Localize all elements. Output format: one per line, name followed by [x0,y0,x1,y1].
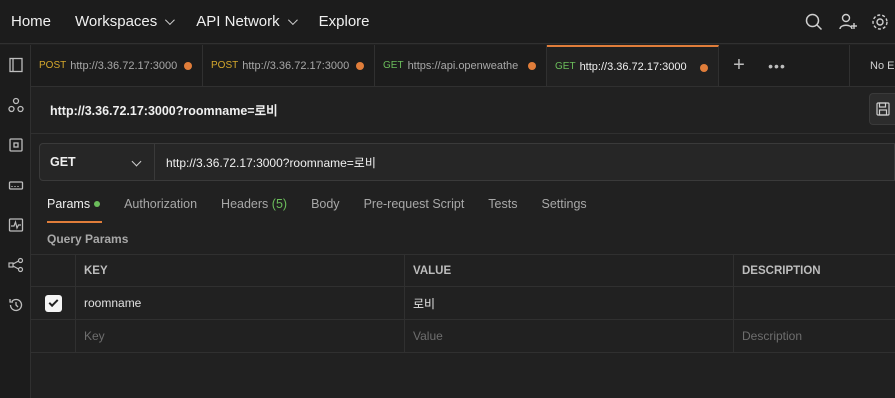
params-active-dot-icon [94,200,101,207]
tab-headers-label: Headers [221,197,269,211]
headers-count: (5) [271,197,288,211]
table-header-row: KEY VALUE DESCRIPTION [31,254,895,287]
unsaved-dot-icon [528,62,536,70]
param-description-field[interactable] [734,287,895,319]
save-icon [875,102,890,116]
new-tab-button[interactable]: + [719,45,759,86]
param-key-field[interactable]: roomname [76,287,405,319]
new-description-field[interactable]: Description [734,320,895,352]
monitors-icon[interactable] [0,205,31,245]
search-icon[interactable] [797,0,831,44]
request-tab[interactable]: POST http://3.36.72.17:3000 [31,45,203,86]
request-tabs: POST http://3.36.72.17:3000 POST http://… [31,45,895,87]
tab-method: POST [211,60,239,71]
top-nav: Home Workspaces API Network Explore [0,0,895,44]
tab-params-label: Params [47,197,91,211]
chevron-down-icon [165,15,176,26]
tab-params[interactable]: Params [47,197,103,223]
settings-icon[interactable] [865,0,895,44]
nav-workspaces-label: Workspaces [75,13,158,30]
divider [31,133,895,134]
method-select[interactable]: GET [39,143,155,181]
tab-url: https://api.openweathe [407,59,518,72]
tab-settings-label: Settings [541,197,587,211]
tab-pre-request-script-label: Pre-request Script [363,197,465,211]
tab-authorization[interactable]: Authorization [124,197,197,223]
column-header-key: KEY [76,255,405,286]
tab-body-label: Body [311,197,340,211]
request-tab-active[interactable]: GET http://3.36.72.17:3000 [547,45,719,86]
apis-icon[interactable] [0,85,31,125]
more-tabs-icon[interactable]: ••• [759,45,795,86]
row-checkbox-cell [31,287,76,319]
nav-api-network[interactable]: API Network [196,13,298,30]
column-header-description: DESCRIPTION [742,264,821,277]
left-sidebar [0,45,31,398]
tab-method: GET [383,60,404,71]
nav-explore[interactable]: Explore [319,13,370,30]
unsaved-dot-icon [356,62,364,70]
tab-settings[interactable]: Settings [541,197,586,223]
url-input[interactable]: http://3.36.72.17:3000?roomname=로비 [155,143,895,181]
environment-selector[interactable]: No E [849,45,895,87]
tab-headers[interactable]: Headers (5) [221,197,287,223]
tab-url: http://3.36.72.17:3000 [579,60,687,73]
tab-tests[interactable]: Tests [488,197,517,223]
method-select-value: GET [50,155,76,169]
tab-authorization-label: Authorization [124,197,198,211]
nav-explore-label: Explore [318,13,370,30]
flows-icon[interactable] [0,245,31,285]
params-table: KEY VALUE DESCRIPTION roomname 로비 Key Va… [31,254,895,353]
table-row-new: Key Value Description [31,320,895,353]
add-user-icon[interactable] [831,0,865,44]
environments-icon[interactable] [0,125,31,165]
chevron-down-icon [131,156,142,167]
nav-api-network-label: API Network [196,13,280,30]
tab-pre-request-script[interactable]: Pre-request Script [364,197,465,223]
request-title[interactable]: http://3.36.72.17:3000?roomname=로비 [50,100,278,119]
request-tab[interactable]: POST http://3.36.72.17:3000 [203,45,375,86]
param-value-field[interactable]: 로비 [405,287,734,319]
unsaved-dot-icon [700,64,708,72]
history-icon[interactable] [0,285,31,325]
nav-home[interactable]: Home [11,13,51,30]
tab-url: http://3.36.72.17:3000 [242,59,350,72]
nav-home-label: Home [11,13,52,30]
collections-icon[interactable] [0,45,31,85]
request-tab[interactable]: GET https://api.openweathe [375,45,547,86]
checkmark-icon [48,296,58,307]
row-checkbox-cell [31,320,76,352]
param-enabled-checkbox[interactable] [44,294,62,312]
table-row: roomname 로비 [31,287,895,320]
new-value-field[interactable]: Value [405,320,734,352]
save-button[interactable] [869,93,895,125]
request-subtabs: Params Authorization Headers (5) Body Pr… [47,197,611,223]
unsaved-dot-icon [184,62,192,70]
tab-url: http://3.36.72.17:3000 [70,59,178,72]
mock-servers-icon[interactable] [0,165,31,205]
tab-method: GET [555,61,576,72]
header-check-cell [31,255,76,286]
tab-body[interactable]: Body [311,197,340,223]
tab-method: POST [39,60,67,71]
query-params-title: Query Params [47,232,129,246]
tab-tests-label: Tests [488,197,518,211]
chevron-down-icon [287,15,298,26]
new-key-field[interactable]: Key [76,320,405,352]
nav-workspaces[interactable]: Workspaces [75,13,176,30]
column-header-value: VALUE [405,255,734,286]
